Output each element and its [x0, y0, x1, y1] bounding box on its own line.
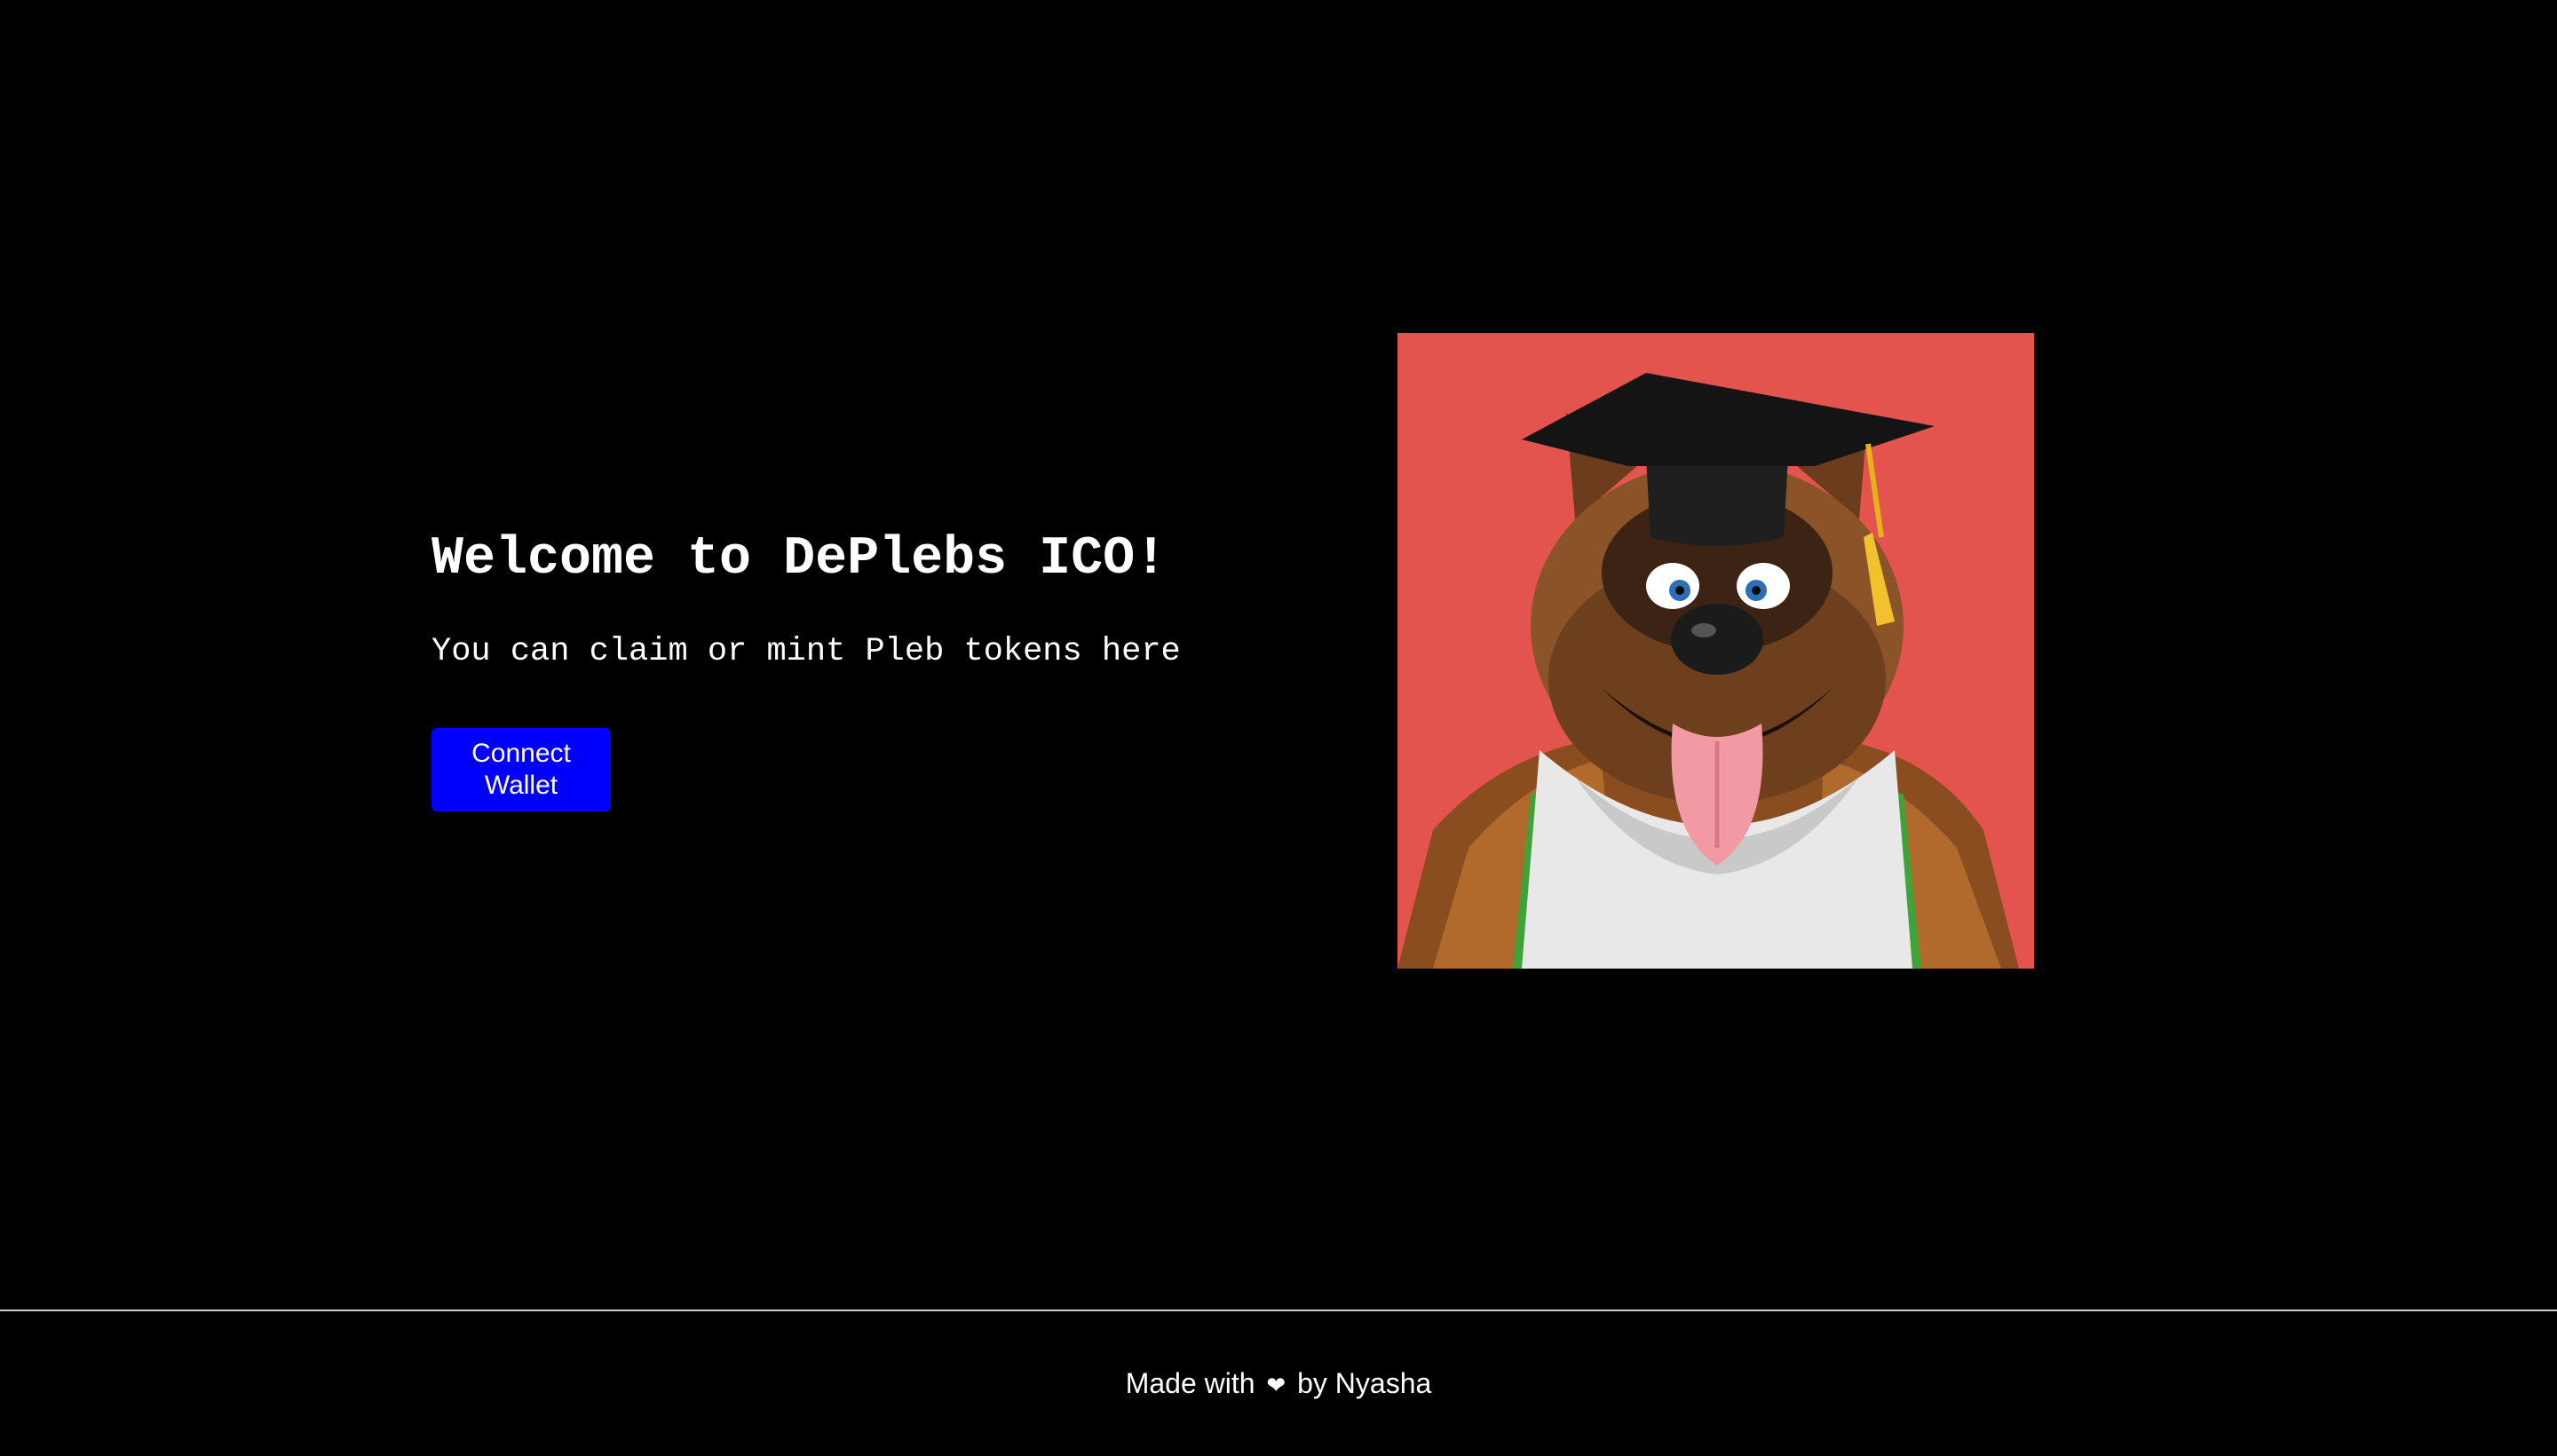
footer-prefix: Made with — [1125, 1367, 1255, 1399]
hero-section: Welcome to DePlebs ICO! You can claim or… — [0, 0, 2557, 1310]
page-title: Welcome to DePlebs ICO! — [431, 529, 1168, 590]
hero-text-block: Welcome to DePlebs ICO! You can claim or… — [431, 524, 1319, 811]
footer: Made with ❤ by Nyasha — [0, 1311, 2557, 1456]
graduate-dog-image — [1397, 333, 2034, 969]
page-subtitle: You can claim or mint Pleb tokens here — [431, 633, 1181, 670]
graduate-dog-illustration-icon — [1397, 333, 2034, 969]
connect-wallet-button[interactable]: Connect Wallet — [431, 728, 611, 811]
footer-text: Made with ❤ by Nyasha — [1126, 1367, 1432, 1400]
footer-suffix: by Nyasha — [1297, 1367, 1432, 1399]
heart-icon: ❤ — [1266, 1372, 1286, 1398]
